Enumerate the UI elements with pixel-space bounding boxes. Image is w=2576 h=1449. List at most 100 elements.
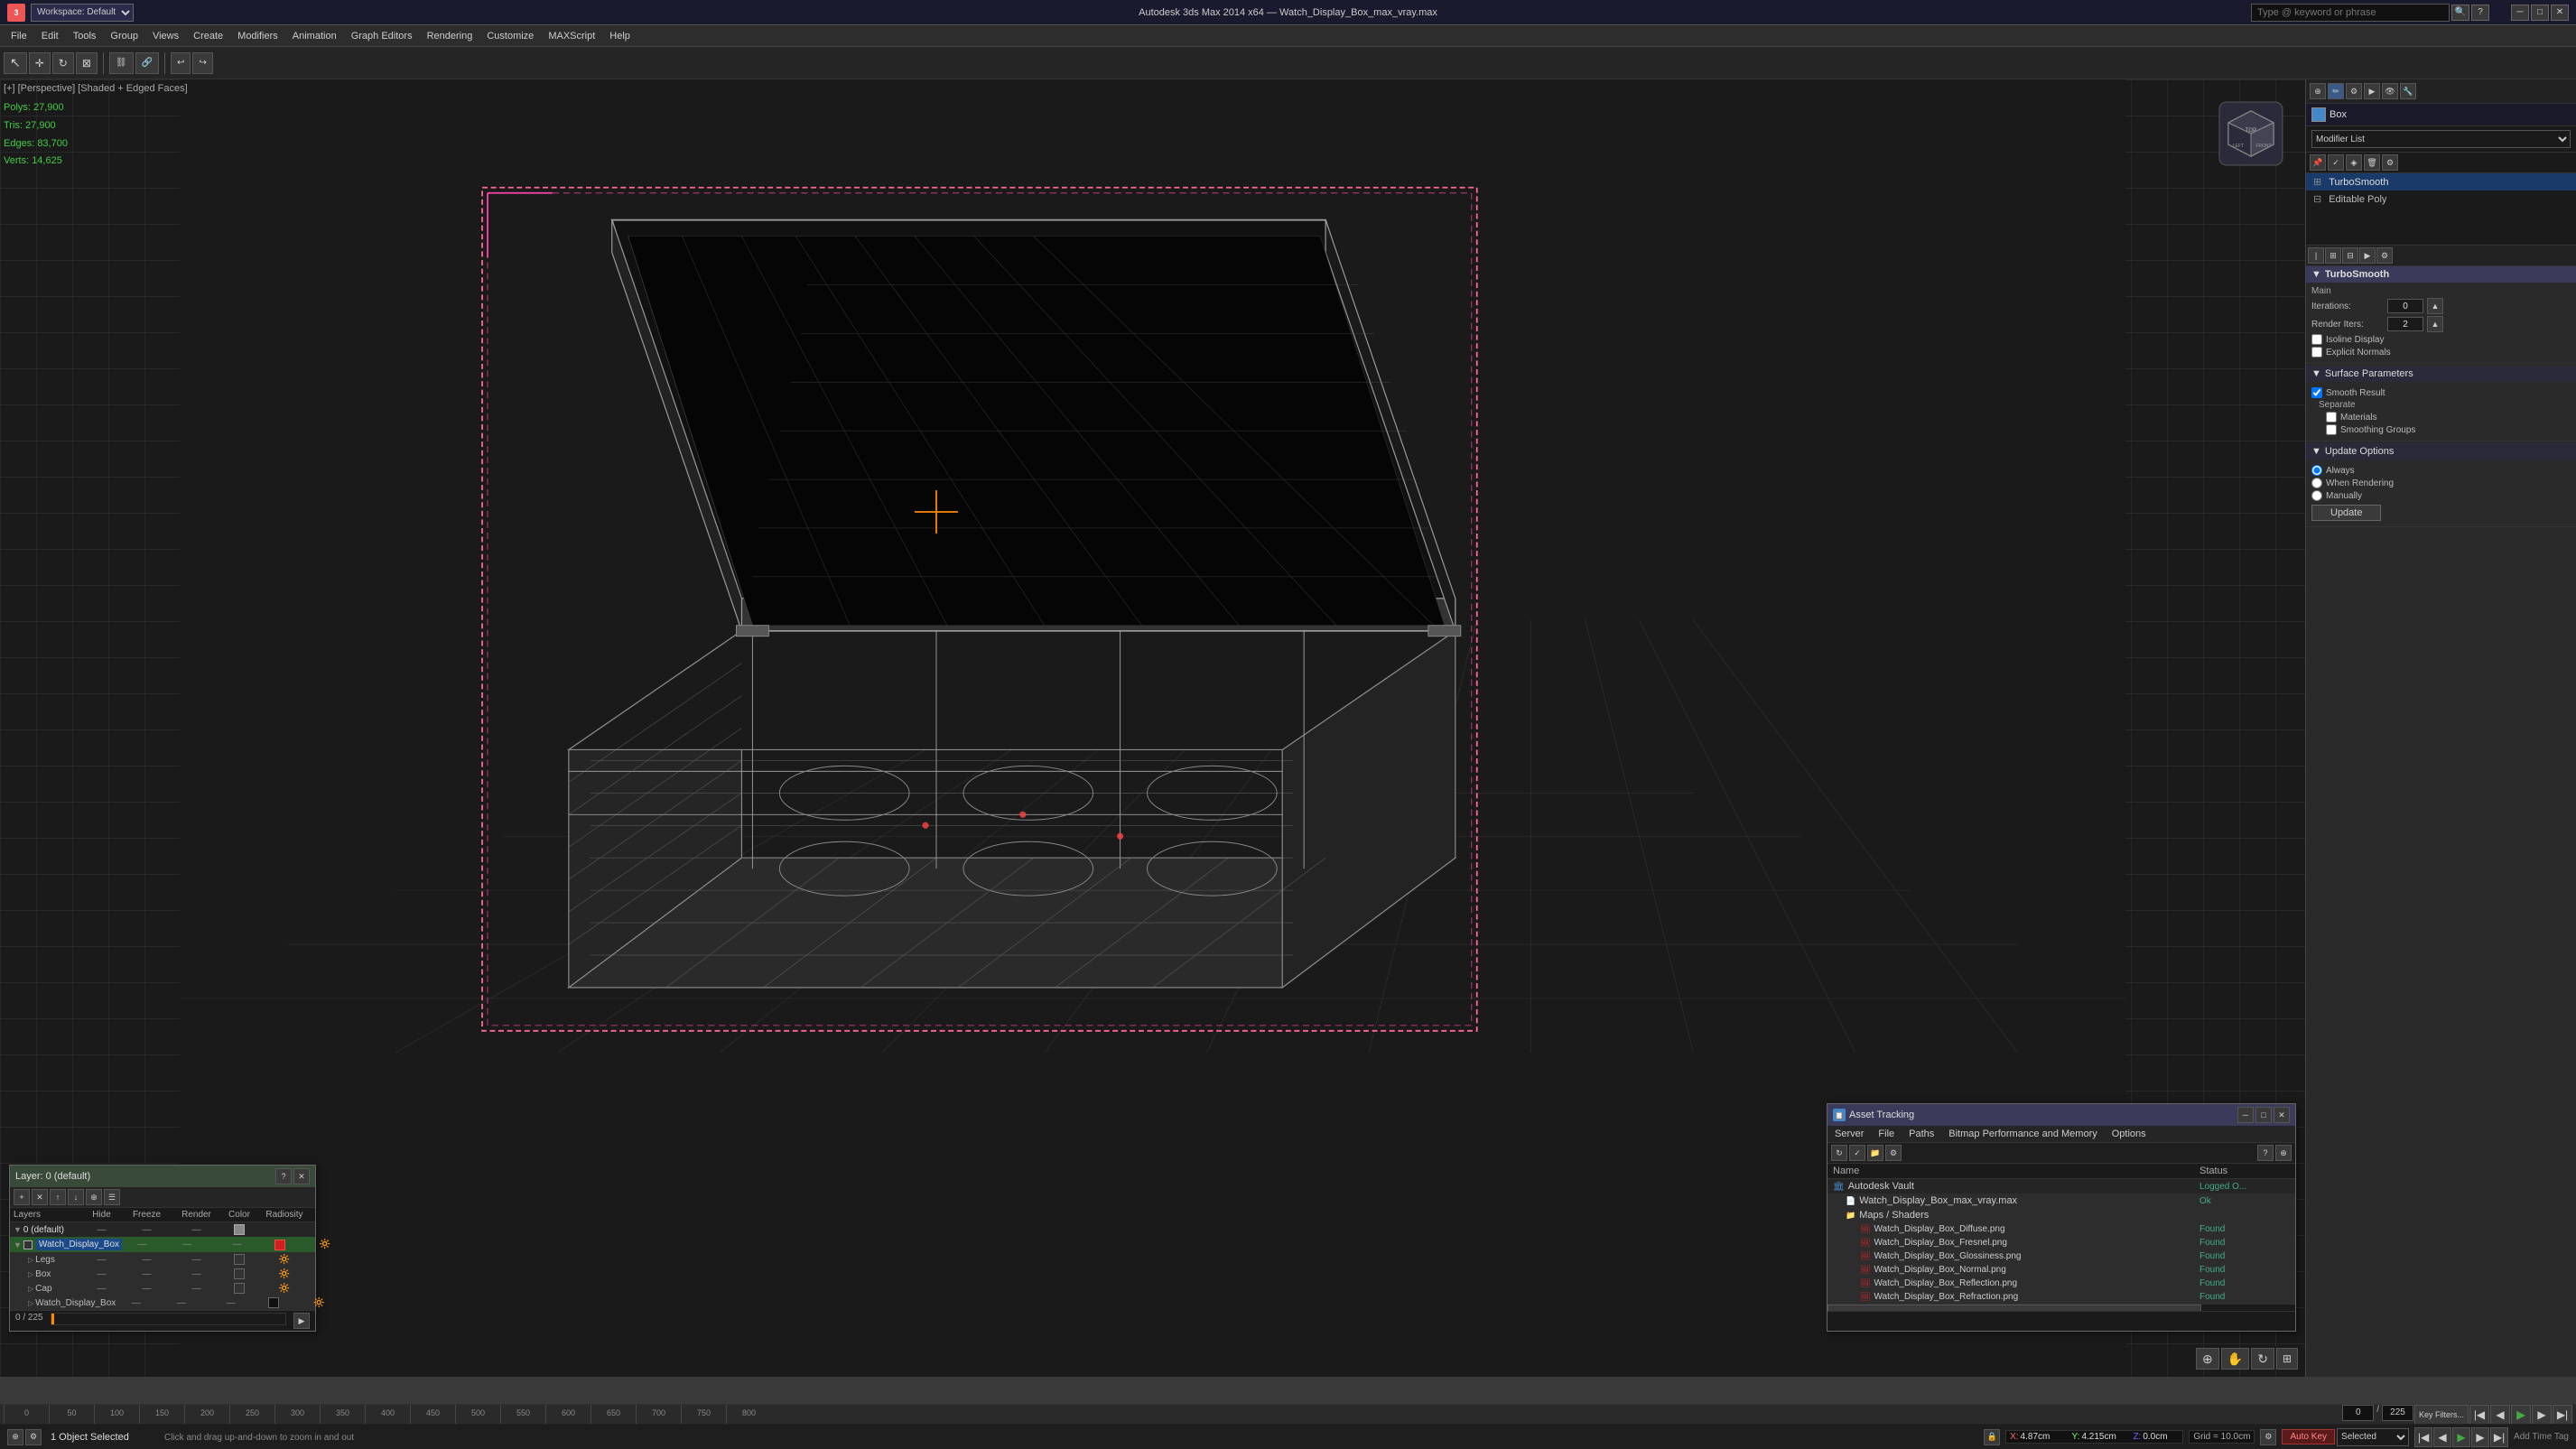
when-rendering-radio[interactable]: When Rendering: [2311, 478, 2394, 488]
modifier-editable-poly[interactable]: ⊟ Editable Poly: [2306, 190, 2576, 208]
layer-row-cap[interactable]: ▷ Cap — — — 🔆: [10, 1281, 315, 1296]
iterations-input[interactable]: [2387, 299, 2423, 313]
mod-ctrl-3[interactable]: ⊟: [2342, 247, 2358, 264]
asset-menu-server[interactable]: Server: [1827, 1126, 1871, 1142]
layer-down-btn[interactable]: ↓: [68, 1189, 84, 1205]
mod-ctrl-2[interactable]: ⊞: [2325, 247, 2341, 264]
asset-check-btn[interactable]: ✓: [1849, 1145, 1865, 1161]
create-panel-btn[interactable]: ⊕: [2310, 83, 2326, 99]
render-iters-up[interactable]: ▲: [2427, 316, 2443, 332]
vp-zoom-btn[interactable]: ⊕: [2196, 1348, 2219, 1370]
bottom-prev-key[interactable]: |◀: [2414, 1427, 2432, 1447]
asset-expand-btn[interactable]: ⊕: [2275, 1145, 2292, 1161]
asset-menu-options[interactable]: Options: [2105, 1126, 2153, 1142]
asset-row-normal[interactable]: 🖼 Watch_Display_Box_Normal.png Found: [1827, 1263, 2295, 1277]
autokey-btn[interactable]: Auto Key: [2282, 1429, 2335, 1444]
layer-up-btn[interactable]: ↑: [50, 1189, 66, 1205]
layers-help-btn[interactable]: ?: [275, 1168, 292, 1184]
mod-ctrl-5[interactable]: ⚙: [2376, 247, 2393, 264]
bottom-next-frame[interactable]: ▶: [2471, 1427, 2489, 1447]
config-modifier-btn[interactable]: ⚙: [2382, 154, 2398, 171]
layer-row-box[interactable]: ▷ Box — — — 🔆: [10, 1267, 315, 1281]
cube-navigation[interactable]: TOP LEFT FRONT: [2215, 98, 2287, 170]
vp-pan-btn[interactable]: ✋: [2221, 1348, 2249, 1370]
layer-merge-btn[interactable]: ⊕: [86, 1189, 102, 1205]
vp-maximize-btn[interactable]: ⊞: [2276, 1348, 2298, 1370]
menu-create[interactable]: Create: [186, 29, 230, 43]
layers-play-btn[interactable]: ▶: [293, 1313, 310, 1329]
mod-ctrl-1[interactable]: |: [2308, 247, 2324, 264]
asset-row-vault[interactable]: 🏛 Autodesk Vault Logged O...: [1827, 1179, 2295, 1194]
workspace-selector[interactable]: Workspace: Default: [31, 4, 134, 22]
help-btn[interactable]: ?: [2471, 5, 2489, 21]
hierarchy-panel-btn[interactable]: ⚙: [2346, 83, 2362, 99]
tool-scale[interactable]: ⊠: [76, 52, 98, 74]
timeline-ruler[interactable]: 0 50 100 150 200 250 300 350 400 450 500…: [4, 1405, 2339, 1424]
make-unique-btn[interactable]: ◈: [2346, 154, 2362, 171]
modify-panel-btn[interactable]: ✏: [2328, 83, 2344, 99]
next-key-btn[interactable]: ▶|: [2553, 1405, 2572, 1425]
asset-menu-paths[interactable]: Paths: [1902, 1126, 1941, 1142]
always-radio[interactable]: Always: [2311, 465, 2355, 476]
iterations-up[interactable]: ▲: [2427, 298, 2443, 314]
update-button[interactable]: Update: [2311, 505, 2381, 521]
menu-maxscript[interactable]: MAXScript: [541, 29, 602, 43]
asset-refresh-btn[interactable]: ↻: [1831, 1145, 1847, 1161]
asset-row-glossiness[interactable]: 🖼 Watch_Display_Box_Glossiness.png Found: [1827, 1249, 2295, 1263]
layer-row-watchbox-sub[interactable]: ▷ Watch_Display_Box — — — 🔆: [10, 1296, 315, 1310]
show-result-btn[interactable]: ✓: [2328, 154, 2344, 171]
smoothing-groups-checkbox[interactable]: Smoothing Groups: [2326, 424, 2415, 435]
motion-panel-btn[interactable]: ▶: [2364, 83, 2380, 99]
next-frame-btn[interactable]: ▶: [2532, 1405, 2552, 1425]
menu-customize[interactable]: Customize: [479, 29, 541, 43]
asset-minimize-btn[interactable]: ─: [2237, 1107, 2254, 1123]
search-input[interactable]: [2251, 4, 2450, 22]
tool-undo[interactable]: ↩: [171, 52, 191, 74]
bottom-play[interactable]: ▶: [2452, 1427, 2470, 1447]
menu-animation[interactable]: Animation: [285, 29, 344, 43]
asset-menu-file[interactable]: File: [1871, 1126, 1902, 1142]
asset-row-fresnel[interactable]: 🖼 Watch_Display_Box_Fresnel.png Found: [1827, 1236, 2295, 1249]
grid-settings-btn[interactable]: ⚙: [2260, 1429, 2276, 1445]
menu-file[interactable]: File: [4, 29, 34, 43]
close-btn[interactable]: ✕: [2551, 5, 2569, 21]
asset-browse-btn[interactable]: 📁: [1867, 1145, 1883, 1161]
lock-selection-btn[interactable]: 🔒: [1984, 1429, 2000, 1445]
create-object-btn[interactable]: ⊕: [7, 1429, 23, 1445]
layer-row-watchbox[interactable]: ▼ Watch_Display_Box — — — 🔆: [10, 1237, 315, 1252]
tool-link[interactable]: ⛓: [109, 52, 134, 74]
object-prop-btn[interactable]: ⚙: [25, 1429, 42, 1445]
layers-close-btn[interactable]: ✕: [293, 1168, 310, 1184]
menu-tools[interactable]: Tools: [66, 29, 104, 43]
tool-select[interactable]: ↖: [4, 52, 27, 74]
object-color-swatch[interactable]: [2311, 107, 2326, 122]
layer-row-legs[interactable]: ▷ Legs — — — 🔆: [10, 1252, 315, 1267]
menu-graph-editors[interactable]: Graph Editors: [344, 29, 420, 43]
bottom-prev-frame[interactable]: ◀: [2433, 1427, 2451, 1447]
asset-maximize-btn[interactable]: □: [2255, 1107, 2272, 1123]
utilities-panel-btn[interactable]: 🔧: [2400, 83, 2416, 99]
asset-row-refraction[interactable]: 🖼 Watch_Display_Box_Refraction.png Found: [1827, 1290, 2295, 1304]
key-mode-selector[interactable]: Selected: [2337, 1428, 2409, 1446]
tool-rotate[interactable]: ↻: [52, 52, 74, 74]
menu-edit[interactable]: Edit: [34, 29, 66, 43]
asset-row-maps[interactable]: 📁 Maps / Shaders: [1827, 1208, 2295, 1222]
pin-stack-btn[interactable]: 📌: [2310, 154, 2326, 171]
maximize-btn[interactable]: □: [2531, 5, 2549, 21]
asset-close-btn[interactable]: ✕: [2274, 1107, 2290, 1123]
prev-frame-btn[interactable]: ◀: [2490, 1405, 2510, 1425]
remove-modifier-btn[interactable]: 🗑: [2364, 154, 2380, 171]
smooth-result-checkbox[interactable]: Smooth Result: [2311, 387, 2385, 398]
tool-redo[interactable]: ↪: [192, 52, 212, 74]
menu-modifiers[interactable]: Modifiers: [230, 29, 285, 43]
asset-help-btn[interactable]: ?: [2257, 1145, 2274, 1161]
minimize-btn[interactable]: ─: [2511, 5, 2529, 21]
explicit-normals-checkbox[interactable]: Explicit Normals: [2311, 347, 2391, 358]
manually-radio[interactable]: Manually: [2311, 490, 2362, 501]
mod-ctrl-4[interactable]: ▶: [2359, 247, 2376, 264]
vp-orbit-btn[interactable]: ↻: [2251, 1348, 2274, 1370]
prev-key-btn[interactable]: |◀: [2469, 1405, 2489, 1425]
asset-row-reflection[interactable]: 🖼 Watch_Display_Box_Reflection.png Found: [1827, 1277, 2295, 1290]
modifier-list-dropdown[interactable]: Modifier List: [2311, 130, 2571, 148]
asset-settings-btn[interactable]: ⚙: [1885, 1145, 1902, 1161]
